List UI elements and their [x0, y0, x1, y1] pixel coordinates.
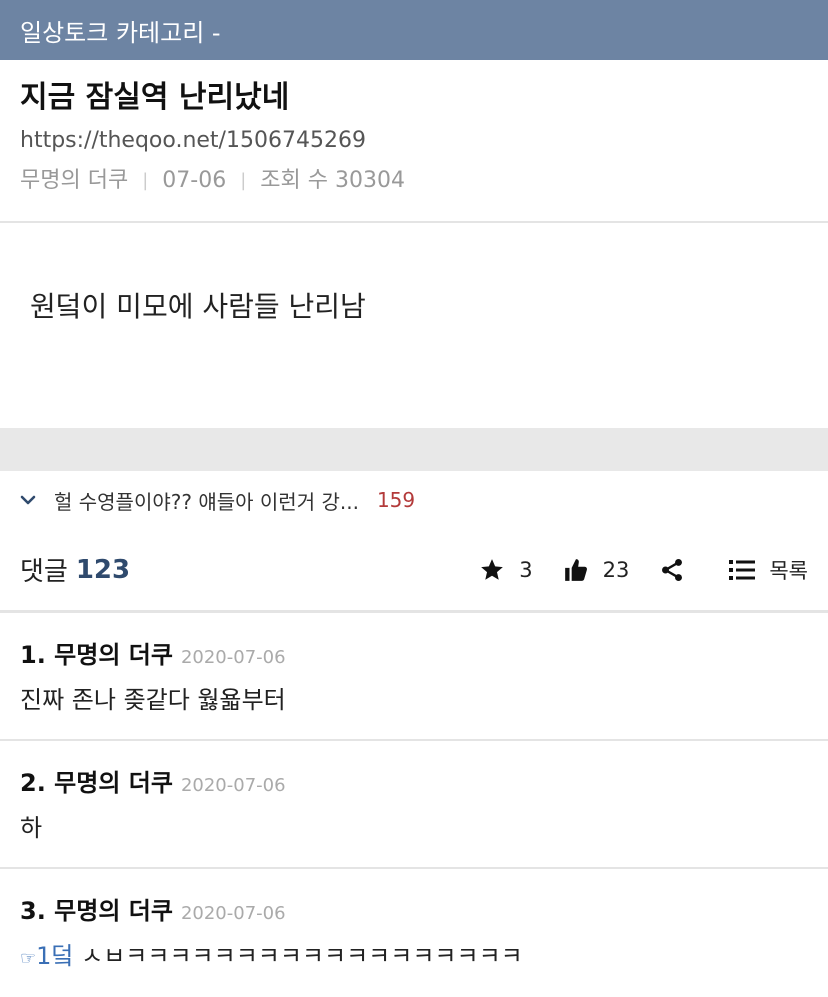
post-header: 지금 잠실역 난리났네 https://theqoo.net/150674526… [0, 60, 828, 223]
star-icon [481, 558, 504, 580]
post-body-text: 원덬이 미모에 사람들 난리남 [30, 290, 366, 323]
comment-author: 3. 무명의 더쿠 [20, 897, 173, 925]
meta-divider: | [240, 170, 247, 191]
comment-item: 1. 무명의 더쿠 2020-07-06 진짜 존나 좆같다 웛욟부터 [0, 613, 828, 741]
pointing-hand-icon: ☞ [20, 948, 37, 969]
list-icon [729, 559, 756, 580]
list-button[interactable]: 목록 [729, 555, 808, 585]
related-post-title: 헐 수영플이야?? 얘들아 이런거 강... [54, 489, 359, 514]
post-meta: 무명의 더쿠 | 07-06 | 조회 수 30304 [20, 166, 808, 196]
comment-text: ㅅㅂㅋㅋㅋㅋㅋㅋㅋㅋㅋㅋㅋㅋㅋㅋㅋㅋㅋㅋ [73, 942, 523, 970]
comment-date: 2020-07-06 [180, 775, 286, 796]
share-button[interactable] [659, 557, 699, 583]
comment-author: 1. 무명의 더쿠 [20, 641, 173, 669]
thumbs-up-icon [564, 558, 587, 581]
post-body: 원덬이 미모에 사람들 난리남 [0, 223, 828, 428]
comment-text: 진짜 존나 좆같다 웛욟부터 [20, 686, 286, 714]
reply-mention-link[interactable]: ☞1덬 [20, 942, 74, 970]
like-count: 23 [602, 557, 630, 582]
favorite-count: 3 [519, 557, 533, 582]
comment-author: 2. 무명의 더쿠 [20, 769, 173, 797]
comment-item: 2. 무명의 더쿠 2020-07-06 하 [0, 741, 828, 869]
post-url[interactable]: https://theqoo.net/1506745269 [20, 126, 808, 156]
post-title: 지금 잠실역 난리났네 [20, 80, 290, 115]
related-post-comment-count: 159 [376, 488, 416, 512]
chevron-down-icon [20, 495, 38, 505]
comment-date: 2020-07-06 [180, 647, 286, 668]
comment-text-row: ☞1덬 ㅅㅂㅋㅋㅋㅋㅋㅋㅋㅋㅋㅋㅋㅋㅋㅋㅋㅋㅋㅋ [20, 936, 808, 971]
post-author: 무명의 더쿠 [20, 168, 129, 193]
comments-count: 123 [75, 554, 131, 585]
post-action-bar: 댓글 123 3 23 목록 [0, 529, 828, 613]
favorite-button[interactable]: 3 [479, 557, 533, 583]
category-bar[interactable]: 일상토크 카테고리 - [0, 0, 828, 60]
comment-item: 3. 무명의 더쿠 2020-07-06 ☞1덬 ㅅㅂㅋㅋㅋㅋㅋㅋㅋㅋㅋㅋㅋㅋㅋ… [0, 869, 828, 997]
list-label: 목록 [769, 558, 808, 583]
section-divider [0, 428, 828, 471]
comment-text: 하 [20, 814, 43, 842]
meta-divider: | [142, 170, 149, 191]
comments-label: 댓글 [20, 557, 68, 587]
like-button[interactable]: 23 [563, 557, 630, 583]
category-label: 일상토크 카테고리 - [20, 18, 221, 47]
share-icon [662, 558, 683, 581]
comment-date: 2020-07-06 [180, 903, 286, 924]
post-date: 07-06 [162, 168, 227, 193]
reply-mention: 1덬 [36, 942, 74, 970]
post-views: 조회 수 30304 [260, 168, 405, 193]
related-post-link[interactable]: 헐 수영플이야?? 얘들아 이런거 강... 159 [0, 471, 828, 529]
